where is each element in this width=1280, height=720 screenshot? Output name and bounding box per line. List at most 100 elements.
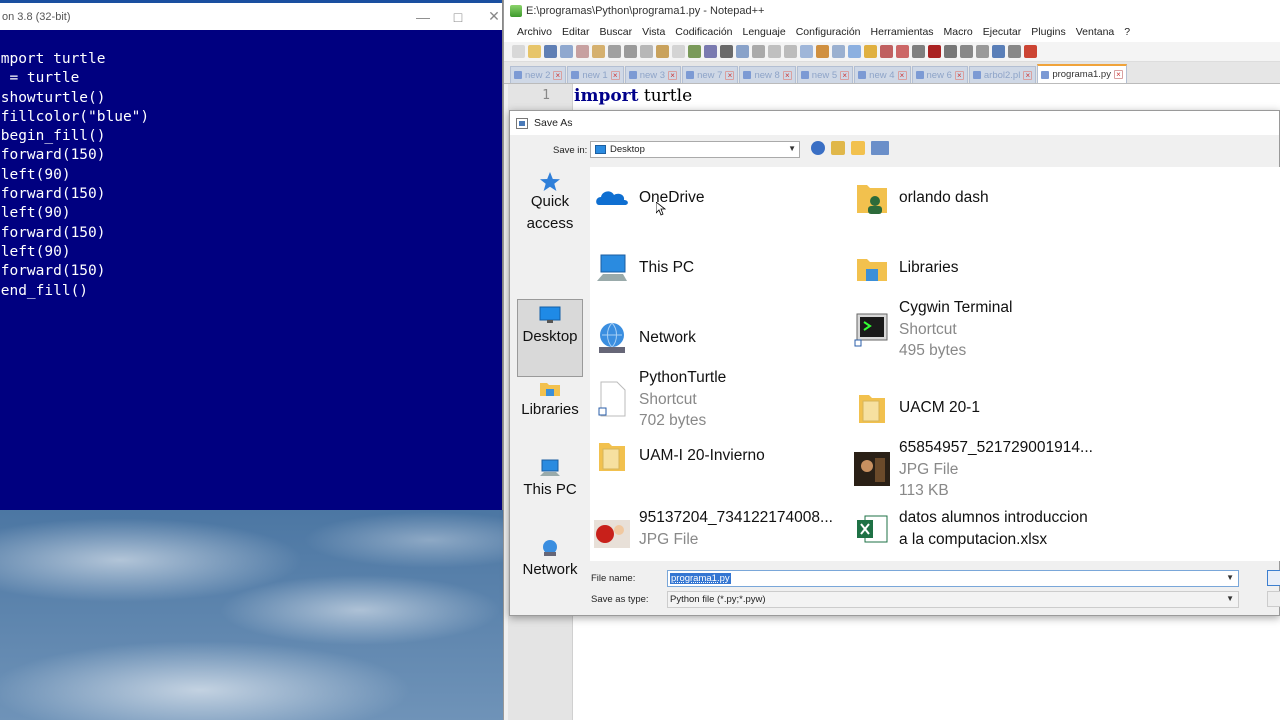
shell-code-area[interactable]: import turtle = turtle .showturtle() .fill…	[0, 30, 502, 510]
toolbar-button[interactable]	[624, 45, 637, 58]
file-list[interactable]: OneDrive orlando dash This PC Libraries Netw…	[590, 167, 1280, 561]
tab-new-5[interactable]: new 5 ×	[796, 66, 854, 83]
tab-new-3[interactable]: new 3 ×	[624, 66, 682, 83]
toolbar-button[interactable]	[960, 45, 973, 58]
toolbar-button[interactable]	[912, 45, 925, 58]
menu-item[interactable]: Editar	[557, 26, 594, 38]
tab-new-2[interactable]: new 2 ×	[510, 66, 567, 83]
toolbar-button[interactable]	[544, 45, 557, 58]
toolbar-button[interactable]	[992, 45, 1005, 58]
toolbar-button[interactable]	[832, 45, 845, 58]
toolbar-button[interactable]	[736, 45, 749, 58]
tab-new-8[interactable]: new 8 ×	[739, 66, 796, 83]
toolbar-button[interactable]	[976, 45, 989, 58]
toolbar-button[interactable]	[944, 45, 957, 58]
save-button[interactable]	[1267, 570, 1280, 586]
xlsx-file-item[interactable]: datos alumnos introduccion a la computaci…	[853, 507, 1088, 550]
toolbar-button[interactable]	[512, 45, 525, 58]
toolbar-button[interactable]	[1008, 45, 1021, 58]
back-icon[interactable]	[811, 141, 825, 155]
toolbar-button[interactable]	[560, 45, 573, 58]
libraries-item[interactable]: Libraries	[853, 249, 958, 287]
close-tab-icon[interactable]: ×	[553, 70, 563, 80]
toolbar-button[interactable]	[720, 45, 733, 58]
toolbar-button[interactable]	[704, 45, 717, 58]
toolbar-button[interactable]	[1024, 45, 1037, 58]
toolbar-button[interactable]	[528, 45, 541, 58]
view-menu-icon[interactable]	[871, 141, 889, 155]
jpg-file-item[interactable]: 65854957_521729001914... JPG File 113 KB	[853, 437, 1093, 502]
chevron-down-icon[interactable]: ▼	[1226, 573, 1234, 582]
file-name-input[interactable]: programa1.py ▼	[667, 570, 1239, 587]
new-folder-icon[interactable]	[851, 141, 865, 155]
tab-new-4[interactable]: new 4 ×	[854, 66, 911, 83]
place-libraries[interactable]: Libraries	[517, 379, 583, 421]
menu-item[interactable]: ?	[1119, 26, 1135, 38]
toolbar-button[interactable]	[640, 45, 653, 58]
onedrive-item[interactable]: OneDrive	[593, 179, 704, 217]
tab-new-1[interactable]: new 1 ×	[567, 66, 624, 83]
toolbar-button[interactable]	[864, 45, 877, 58]
toolbar-button[interactable]	[896, 45, 909, 58]
uam-i-20-invierno-folder[interactable]: UAM-I 20-Invierno	[593, 437, 765, 475]
jpg-file-item-2[interactable]: 95137204_734122174008... JPG File	[593, 507, 833, 550]
menu-item[interactable]: Herramientas	[866, 26, 939, 38]
save-type-select[interactable]: Python file (*.py;*.pyw) ▼	[667, 591, 1239, 608]
tab-new-7[interactable]: new 7 ×	[682, 66, 739, 83]
toolbar-button[interactable]	[816, 45, 829, 58]
minimize-icon[interactable]: —	[405, 3, 441, 30]
toolbar-button[interactable]	[784, 45, 797, 58]
toolbar-button[interactable]	[688, 45, 701, 58]
place-desktop[interactable]: Desktop	[517, 299, 583, 377]
toolbar-button[interactable]	[656, 45, 669, 58]
tab-arbol2-pl[interactable]: arbol2.pl ×	[968, 66, 1037, 83]
menu-item[interactable]: Archivo	[512, 26, 557, 38]
menu-item[interactable]: Buscar	[594, 26, 637, 38]
menu-item[interactable]: Macro	[939, 26, 978, 38]
up-folder-icon[interactable]	[831, 141, 845, 155]
toolbar-button[interactable]	[880, 45, 893, 58]
pythonturtle-shortcut[interactable]: PythonTurtle Shortcut 702 bytes	[593, 367, 726, 432]
uacm-20-1-folder[interactable]: UACM 20-1	[853, 389, 980, 427]
editor-code-line[interactable]: import turtle	[574, 86, 692, 106]
toolbar-button[interactable]	[848, 45, 861, 58]
tab-new-6[interactable]: new 6 ×	[911, 66, 968, 83]
menu-item[interactable]: Ejecutar	[978, 26, 1027, 38]
close-tab-icon[interactable]: ×	[897, 70, 907, 80]
close-tab-icon[interactable]: ×	[1023, 70, 1033, 80]
place-this-pc[interactable]: This PC	[517, 459, 583, 501]
menu-item[interactable]: Codificación	[670, 26, 737, 38]
menu-item[interactable]: Vista	[637, 26, 670, 38]
menu-item[interactable]: Ventana	[1071, 26, 1120, 38]
close-tab-icon[interactable]: ×	[610, 70, 620, 80]
folder-icon	[853, 389, 891, 427]
tab-programa1-py[interactable]: programa1.py ×	[1037, 64, 1127, 83]
file-icon	[571, 71, 580, 79]
close-tab-icon[interactable]: ×	[725, 70, 735, 80]
menu-item[interactable]: Configuración	[791, 26, 866, 38]
toolbar-button[interactable]	[800, 45, 813, 58]
cygwin-terminal-shortcut[interactable]: Cygwin Terminal Shortcut 495 bytes	[853, 297, 1012, 362]
close-tab-icon[interactable]: ×	[840, 70, 850, 80]
toolbar-button[interactable]	[592, 45, 605, 58]
maximize-icon[interactable]: □	[440, 3, 476, 30]
this-pc-item[interactable]: This PC	[593, 249, 694, 287]
close-tab-icon[interactable]: ×	[668, 70, 678, 80]
toolbar-button[interactable]	[752, 45, 765, 58]
menu-item[interactable]: Plugins	[1026, 26, 1070, 38]
close-tab-icon[interactable]: ×	[1113, 70, 1123, 79]
item-name: UACM 20-1	[899, 399, 980, 417]
save-in-dropdown[interactable]: Desktop ▼	[590, 141, 800, 158]
menu-item[interactable]: Lenguaje	[738, 26, 791, 38]
toolbar-button[interactable]	[768, 45, 781, 58]
toolbar-button[interactable]	[928, 45, 941, 58]
close-tab-icon[interactable]: ×	[954, 70, 964, 80]
close-tab-icon[interactable]: ×	[782, 70, 792, 80]
network-item[interactable]: Network	[593, 319, 696, 357]
cancel-button[interactable]	[1267, 591, 1280, 607]
toolbar-button[interactable]	[576, 45, 589, 58]
orlando-dash-folder[interactable]: orlando dash	[853, 179, 989, 217]
toolbar-button[interactable]	[672, 45, 685, 58]
place-quick-access[interactable]: Quick access	[517, 171, 583, 235]
toolbar-button[interactable]	[608, 45, 621, 58]
